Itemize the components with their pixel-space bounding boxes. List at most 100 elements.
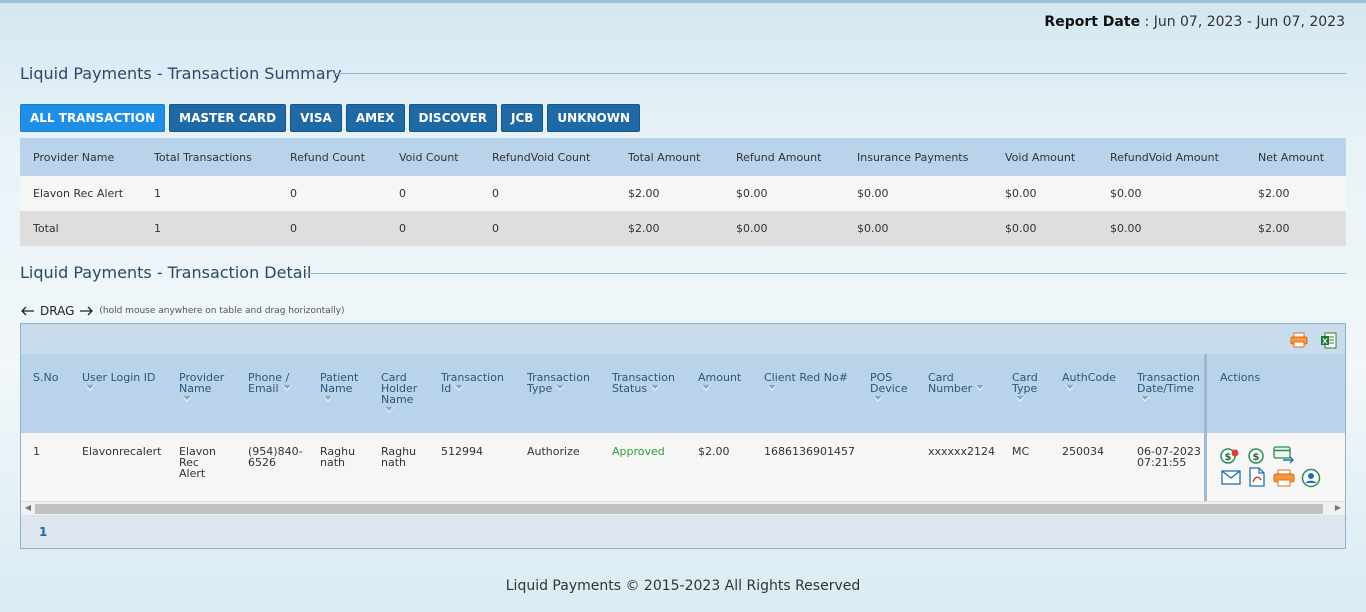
summary-col-void-amount: Void Amount — [1005, 150, 1076, 164]
summary-cell: Elavon Rec Alert — [33, 187, 124, 200]
filter-master-card-button[interactable]: MASTER CARD — [169, 104, 287, 132]
filter-jcb-button[interactable]: JCB — [500, 104, 544, 132]
customer-icon[interactable] — [1301, 468, 1321, 488]
col-header-auth-code[interactable]: AuthCode — [1062, 372, 1124, 394]
col-header-card-number[interactable]: Card Number — [928, 372, 994, 394]
filter-amex-button[interactable]: AMEX — [345, 104, 405, 132]
page-1-link[interactable]: 1 — [39, 525, 47, 539]
pdf-icon[interactable] — [1247, 467, 1267, 487]
capture-icon[interactable]: $ — [1247, 447, 1265, 465]
report-date-label: Report Date — [1044, 14, 1141, 30]
col-label: Card Type — [1012, 371, 1038, 395]
detail-table[interactable]: X S.No User Login ID Provider Name Phone… — [20, 323, 1346, 549]
sort-icon[interactable] — [650, 385, 661, 391]
filter-all-transaction-button[interactable]: ALL TRANSACTION — [20, 104, 166, 132]
sort-icon[interactable] — [701, 385, 711, 391]
email-icon[interactable] — [1221, 470, 1241, 485]
summary-col-insurance-payments: Insurance Payments — [857, 150, 969, 164]
scroll-right-icon[interactable]: ▶ — [1331, 503, 1345, 512]
cell-date-time: 06-07-2023 07:21:55 — [1137, 445, 1201, 469]
sort-icon[interactable] — [85, 385, 95, 391]
summary-col-void-count: Void Count — [399, 150, 459, 164]
col-header-user-login-id[interactable]: User Login ID — [82, 372, 168, 394]
detail-title-rule — [306, 273, 1346, 274]
col-header-pos-device[interactable]: POS Device — [870, 372, 912, 405]
sort-icon[interactable] — [454, 385, 465, 391]
col-header-card-holder-name[interactable]: Card Holder Name — [381, 372, 425, 416]
col-label: Patient Name — [320, 371, 359, 395]
actions-column-divider — [1204, 354, 1207, 501]
sort-icon[interactable] — [555, 385, 566, 391]
sort-icon[interactable] — [1140, 396, 1150, 402]
svg-text:$: $ — [1253, 452, 1260, 463]
transfer-icon[interactable] — [1273, 446, 1295, 464]
scroll-thumb[interactable] — [35, 504, 1323, 514]
detail-header-row: S.No User Login ID Provider Name Phone /… — [21, 354, 1345, 433]
col-header-transaction-type[interactable]: Transaction Type — [527, 372, 597, 394]
sort-icon[interactable] — [384, 407, 394, 413]
cell-card-type: MC — [1012, 445, 1030, 458]
col-label: Transaction Type — [527, 371, 590, 395]
col-header-provider-name[interactable]: Provider Name — [179, 372, 231, 405]
horizontal-scrollbar[interactable]: ◀ ▶ — [21, 501, 1345, 515]
summary-cell: 0 — [399, 222, 406, 235]
sort-icon[interactable] — [767, 385, 777, 391]
summary-cell: $0.00 — [1005, 222, 1037, 235]
summary-cell: $2.00 — [628, 222, 660, 235]
sort-icon[interactable] — [1015, 396, 1025, 402]
summary-col-provider-name: Provider Name — [33, 150, 115, 164]
summary-cell: 0 — [492, 187, 499, 200]
cell-transaction-id: 512994 — [441, 445, 483, 458]
card-filter-bar: ALL TRANSACTION MASTER CARD VISA AMEX DI… — [20, 104, 641, 132]
pagination: 1 — [21, 515, 1345, 548]
cell-transaction-type: Authorize — [527, 445, 580, 458]
cell-card-number: xxxxxx2124 — [928, 445, 996, 458]
col-header-amount[interactable]: Amount — [698, 372, 754, 394]
col-header-transaction-id[interactable]: Transaction Id — [441, 372, 513, 394]
summary-cell: $2.00 — [1258, 187, 1290, 200]
sort-icon[interactable] — [975, 385, 986, 391]
summary-cell: 0 — [492, 222, 499, 235]
report-date-value: : Jun 07, 2023 - Jun 07, 2023 — [1144, 14, 1345, 30]
print-icon[interactable] — [1290, 332, 1308, 348]
col-header-phone-email[interactable]: Phone / Email — [248, 372, 306, 394]
summary-total-row: Total 1 0 0 0 $2.00 $0.00 $0.00 $0.00 $0… — [20, 211, 1346, 246]
col-label: Phone / Email — [248, 371, 290, 395]
col-header-card-type[interactable]: Card Type — [1012, 372, 1046, 405]
summary-row: Elavon Rec Alert 1 0 0 0 $2.00 $0.00 $0.… — [20, 176, 1346, 211]
col-header-client-red-no[interactable]: Client Red No# — [764, 372, 860, 394]
table-row[interactable]: 1 Elavonrecalert Elavon Rec Alert (954)8… — [21, 433, 1345, 501]
summary-cell: 1 — [154, 222, 161, 235]
summary-cell: Total — [33, 222, 59, 235]
footer-copyright: Liquid Payments © 2015-2023 All Rights R… — [505, 578, 861, 594]
print-icon[interactable] — [1273, 469, 1295, 487]
col-label: User Login ID — [82, 371, 156, 384]
col-header-date-time[interactable]: Transaction Date/Time — [1137, 372, 1203, 405]
sort-icon[interactable] — [182, 396, 192, 402]
sort-icon[interactable] — [873, 396, 883, 402]
summary-title: Liquid Payments - Transaction Summary — [20, 64, 342, 83]
cell-sno: 1 — [33, 445, 40, 458]
sort-icon[interactable] — [281, 385, 292, 391]
filter-visa-button[interactable]: VISA — [290, 104, 342, 132]
summary-cell: $0.00 — [857, 187, 889, 200]
sort-icon[interactable] — [1065, 385, 1075, 391]
excel-icon[interactable]: X — [1320, 332, 1337, 349]
sort-icon[interactable] — [323, 396, 333, 402]
cell-provider-name: Elavon Rec Alert — [179, 445, 216, 480]
svg-text:X: X — [1322, 338, 1328, 346]
scroll-left-icon[interactable]: ◀ — [21, 503, 35, 512]
top-stripe — [0, 0, 1366, 3]
filter-unknown-button[interactable]: UNKNOWN — [547, 104, 641, 132]
drag-hint: DRAG (hold mouse anywhere on table and d… — [20, 304, 345, 318]
summary-cell: $0.00 — [736, 222, 768, 235]
col-label: S.No — [33, 371, 59, 384]
cell-auth-code: 250034 — [1062, 445, 1104, 458]
col-header-patient-name[interactable]: Patient Name — [320, 372, 366, 405]
refund-icon[interactable]: $ — [1220, 447, 1240, 465]
filter-discover-button[interactable]: DISCOVER — [408, 104, 497, 132]
summary-cell: $0.00 — [1110, 187, 1142, 200]
summary-table: Provider Name Total Transactions Refund … — [20, 138, 1346, 246]
col-header-transaction-status[interactable]: Transaction Status — [612, 372, 686, 394]
summary-cell: $2.00 — [1258, 222, 1290, 235]
